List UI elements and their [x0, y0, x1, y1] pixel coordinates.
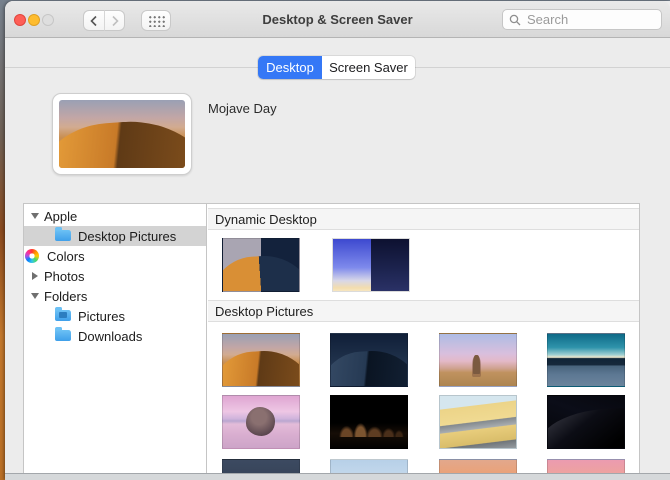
section-header-dynamic-desktop: Dynamic Desktop	[208, 208, 639, 230]
thumbnail-sunset-clouds-pink[interactable]	[547, 459, 625, 473]
folder-icon	[55, 230, 71, 241]
thumbnail-pink-lake[interactable]	[222, 395, 300, 449]
sidebar-item-pictures[interactable]: Pictures	[24, 306, 206, 326]
tab-desktop[interactable]: Desktop	[258, 56, 322, 79]
thumbnail-mojave-day[interactable]	[222, 333, 300, 387]
thumbnail-blue-mountain[interactable]	[330, 459, 408, 473]
current-wallpaper-image	[59, 100, 185, 168]
pictures-folder-icon	[55, 310, 71, 321]
sidebar-item-colors[interactable]: Colors	[24, 246, 206, 266]
disclosure-triangle-right-icon[interactable]	[32, 272, 38, 280]
color-wheel-icon	[25, 249, 39, 263]
sidebar-group-label: Folders	[44, 289, 87, 304]
thumbnail-night-rocks[interactable]	[330, 395, 408, 449]
sidebar-group-photos[interactable]: Photos	[24, 266, 206, 286]
search-input[interactable]	[525, 11, 655, 28]
sidebar-item-label: Downloads	[78, 329, 142, 344]
sidebar-item-label: Pictures	[78, 309, 125, 324]
thumbnail-solar-gradients[interactable]	[332, 238, 410, 292]
folder-icon	[55, 330, 71, 341]
section-header-desktop-pictures: Desktop Pictures	[208, 300, 639, 322]
sidebar-group-folders[interactable]: Folders	[24, 286, 206, 306]
desktop-screensaver-window: Desktop & Screen Saver Desktop Screen Sa…	[5, 1, 670, 480]
sidebar-item-label: Colors	[47, 249, 85, 264]
thumbnail-sunset-clouds-orange[interactable]	[439, 459, 517, 473]
title-bar: Desktop & Screen Saver	[5, 1, 670, 38]
sidebar-group-label: Photos	[44, 269, 84, 284]
disclosure-triangle-down-icon[interactable]	[31, 213, 39, 219]
window-bottom-edge	[5, 473, 670, 480]
thumbnail-yellow-dunes[interactable]	[439, 395, 517, 449]
wallpaper-name-label: Mojave Day	[208, 101, 277, 116]
search-icon	[509, 14, 521, 26]
sidebar-group-label: Apple	[44, 209, 77, 224]
sidebar-item-downloads[interactable]: Downloads	[24, 326, 206, 346]
disclosure-triangle-down-icon[interactable]	[31, 293, 39, 299]
sidebar-group-apple[interactable]: Apple	[24, 206, 206, 226]
thumbnail-desert-tower[interactable]	[439, 333, 517, 387]
thumbnail-twilight-trees[interactable]	[222, 459, 300, 473]
source-and-pictures-panel: Apple Desktop Pictures Colors Photos Fol…	[23, 203, 640, 474]
tab-segmented-control: Desktop Screen Saver	[258, 56, 415, 79]
sidebar-item-desktop-pictures[interactable]: Desktop Pictures	[24, 226, 206, 246]
thumbnail-mojave-dynamic[interactable]	[222, 238, 300, 292]
source-list-sidebar: Apple Desktop Pictures Colors Photos Fol…	[24, 204, 207, 473]
thumbnail-dark-dune[interactable]	[547, 395, 625, 449]
search-field[interactable]	[502, 9, 662, 30]
thumbnail-mojave-night[interactable]	[330, 333, 408, 387]
wallpaper-browser: Dynamic Desktop Desktop Pictures	[208, 204, 639, 473]
tab-screen-saver[interactable]: Screen Saver	[322, 56, 415, 79]
thumbnail-teal-mountains[interactable]	[547, 333, 625, 387]
sidebar-item-label: Desktop Pictures	[78, 229, 176, 244]
current-wallpaper-well	[52, 93, 192, 175]
